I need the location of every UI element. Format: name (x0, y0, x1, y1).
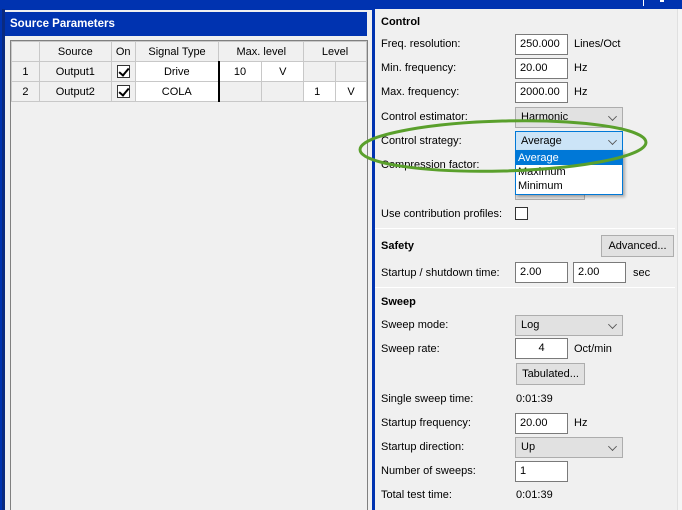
startup-frequency-unit: Hz (574, 417, 588, 429)
dropdown-option-minimum[interactable]: Minimum (516, 179, 622, 193)
sweep-section-title: Sweep (381, 296, 416, 308)
advanced-button[interactable]: Advanced... (601, 235, 674, 257)
max-level-value-cell (217, 81, 263, 102)
table-row[interactable]: 2 Output2 COLA 1 V (11, 81, 367, 102)
level-value-cell[interactable]: 1 (303, 81, 337, 102)
startup-direction-label: Startup direction: (381, 441, 465, 453)
single-sweep-time-label: Single sweep time: (381, 393, 474, 405)
startup-shutdown-label: Startup / shutdown time: (381, 267, 500, 279)
min-frequency-input[interactable]: 20.00 (515, 58, 568, 79)
startup-time-input[interactable]: 2.00 (515, 262, 568, 283)
number-of-sweeps-label: Number of sweeps: (381, 465, 476, 477)
source-cell[interactable]: Output1 (38, 61, 112, 82)
section-divider (375, 228, 675, 229)
sweep-rate-input[interactable]: 4 (515, 338, 568, 359)
header-signal-type[interactable]: Signal Type (134, 41, 220, 62)
max-frequency-unit: Hz (574, 86, 588, 98)
section-divider (375, 287, 675, 288)
tabulated-button[interactable]: Tabulated... (516, 363, 585, 385)
max-frequency-input[interactable]: 2000.00 (515, 82, 568, 103)
on-cell[interactable] (110, 81, 136, 102)
header-source[interactable]: Source (38, 41, 112, 62)
signal-type-cell[interactable]: Drive (134, 61, 220, 82)
app-window: Source Parameters Source On Signal Type … (0, 0, 682, 510)
title-bar-separator (643, 0, 644, 6)
total-test-time-label: Total test time: (381, 489, 452, 501)
max-level-value-cell[interactable]: 10 (217, 61, 263, 82)
level-unit-cell (335, 61, 367, 82)
startup-frequency-input[interactable]: 20.00 (515, 413, 568, 434)
panel-title: Source Parameters (5, 12, 367, 36)
sweep-rate-unit: Oct/min (574, 343, 612, 355)
sweep-mode-select[interactable]: Log (515, 315, 623, 336)
compression-factor-label: Compression factor: (381, 159, 480, 171)
table-row[interactable]: 1 Output1 Drive 10 V (11, 61, 367, 82)
freq-resolution-label: Freq. resolution: (381, 38, 461, 50)
total-test-time-value: 0:01:39 (516, 489, 553, 501)
control-strategy-select[interactable]: Average (515, 131, 623, 152)
on-checkbox[interactable] (116, 65, 130, 78)
chevron-down-icon (608, 442, 617, 451)
freq-resolution-input[interactable]: 250.000 (515, 34, 568, 55)
startup-frequency-label: Startup frequency: (381, 417, 471, 429)
row-number[interactable]: 1 (11, 61, 40, 82)
header-max-level[interactable]: Max. level (218, 41, 305, 62)
source-parameters-panel: Source Parameters Source On Signal Type … (0, 9, 372, 510)
level-unit-cell[interactable]: V (335, 81, 367, 102)
max-level-unit-cell (261, 81, 305, 102)
single-sweep-time-value: 0:01:39 (516, 393, 553, 405)
control-strategy-label: Control strategy: (381, 135, 462, 147)
chevron-down-icon (608, 320, 617, 329)
max-level-unit-cell[interactable]: V (261, 61, 305, 82)
control-strategy-value: Average (521, 135, 562, 147)
max-frequency-label: Max. frequency: (381, 86, 460, 98)
level-value-cell (303, 61, 337, 82)
table-header-row: Source On Signal Type Max. level Level (11, 41, 367, 62)
number-of-sweeps-input[interactable]: 1 (515, 461, 568, 482)
title-bar-button-icon[interactable] (660, 0, 664, 2)
shutdown-time-input[interactable]: 2.00 (573, 262, 626, 283)
min-frequency-unit: Hz (574, 62, 588, 74)
sweep-mode-value: Log (521, 319, 540, 331)
signal-type-cell[interactable]: COLA (134, 81, 220, 102)
source-table: Source On Signal Type Max. level Level 1… (11, 41, 367, 102)
scrollbar[interactable] (677, 9, 682, 510)
dropdown-option-maximum[interactable]: Maximum (516, 165, 622, 179)
startup-direction-select[interactable]: Up (515, 437, 623, 458)
dropdown-option-average[interactable]: Average (516, 151, 622, 165)
chevron-down-icon (608, 112, 617, 121)
control-estimator-select[interactable]: Harmonic (515, 107, 623, 128)
use-contribution-profiles-label: Use contribution profiles: (381, 208, 503, 220)
safety-section-title: Safety (381, 240, 415, 252)
freq-resolution-unit: Lines/Oct (574, 38, 621, 50)
min-frequency-label: Min. frequency: (381, 62, 457, 74)
source-table-area: Source On Signal Type Max. level Level 1… (10, 40, 368, 510)
control-estimator-label: Control estimator: (381, 111, 468, 123)
control-section-title: Control (381, 16, 421, 28)
sweep-mode-label: Sweep mode: (381, 319, 449, 331)
startup-direction-value: Up (521, 441, 536, 453)
header-level[interactable]: Level (303, 41, 367, 62)
on-cell[interactable] (110, 61, 136, 82)
header-on[interactable]: On (110, 41, 136, 62)
sweep-rate-label: Sweep rate: (381, 343, 440, 355)
row-number[interactable]: 2 (11, 81, 40, 102)
chevron-down-icon (608, 136, 617, 145)
use-contribution-profiles-checkbox[interactable] (515, 207, 528, 220)
control-strategy-dropdown[interactable]: Average Maximum Minimum (515, 150, 623, 195)
title-bar (0, 0, 682, 9)
source-cell[interactable]: Output2 (38, 81, 112, 102)
startup-shutdown-unit: sec (633, 267, 651, 279)
control-estimator-value: Harmonic (521, 111, 569, 123)
header-rownum (11, 41, 40, 62)
on-checkbox[interactable] (116, 85, 130, 98)
